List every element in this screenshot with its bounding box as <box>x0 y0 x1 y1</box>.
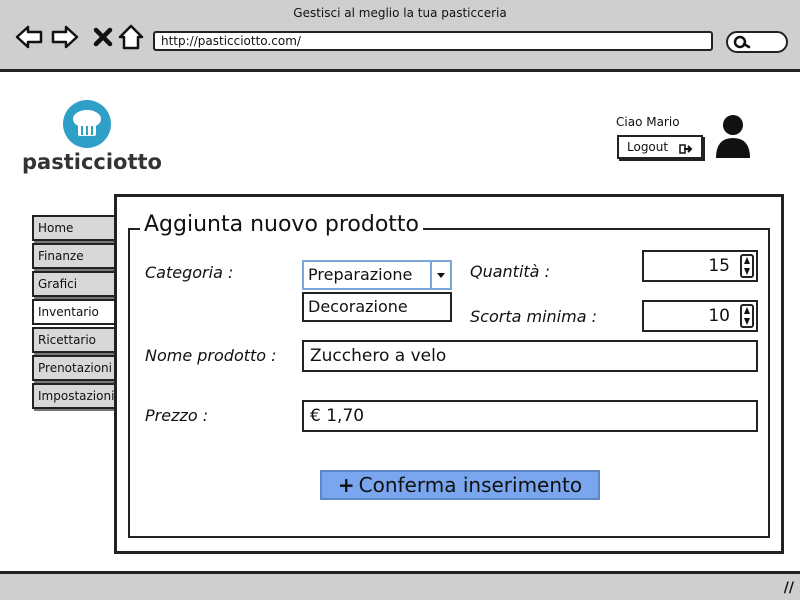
logout-icon <box>679 141 693 161</box>
status-bar: // <box>0 571 800 600</box>
brand-name: pasticciotto <box>22 150 162 174</box>
url-bar[interactable]: http://pasticciotto.com/ <box>153 31 713 51</box>
quantity-label: Quantità : <box>470 262 550 281</box>
stepper-arrows-icon[interactable] <box>740 304 754 328</box>
chevron-down-icon[interactable] <box>430 262 450 288</box>
resize-grip-icon[interactable]: // <box>784 580 794 596</box>
confirm-label: Conferma inserimento <box>358 473 583 497</box>
category-select[interactable]: Preparazione <box>302 260 452 290</box>
logout-label: Logout <box>627 140 669 154</box>
quantity-stepper[interactable]: 15 <box>642 250 758 282</box>
home-icon[interactable] <box>116 22 146 52</box>
arrow-right-icon[interactable] <box>50 22 80 52</box>
sidebar-item-impostazioni[interactable]: Impostazioni <box>32 383 116 409</box>
chef-logo-icon <box>63 100 111 148</box>
min-stock-stepper[interactable]: 10 <box>642 300 758 332</box>
sidebar-item-grafici[interactable]: Grafici <box>32 271 116 297</box>
window-title: Gestisci al meglio la tua pasticceria <box>293 6 507 20</box>
user-icon[interactable] <box>714 114 752 164</box>
logout-button[interactable]: Logout <box>617 135 703 159</box>
min-stock-label: Scorta minima : <box>470 307 597 326</box>
sidebar-item-finanze[interactable]: Finanze <box>32 243 116 269</box>
price-input[interactable]: € 1,70 <box>302 400 758 432</box>
search-field[interactable] <box>726 31 788 53</box>
confirm-insert-button[interactable]: + Conferma inserimento <box>320 470 600 500</box>
user-greeting: Ciao Mario <box>616 115 680 129</box>
sidebar-item-ricettario[interactable]: Ricettario <box>32 327 116 353</box>
sidebar-item-prenotazioni[interactable]: Prenotazioni <box>32 355 116 381</box>
price-label: Prezzo : <box>145 406 209 425</box>
min-stock-value: 10 <box>708 306 730 326</box>
plus-icon: + <box>337 473 355 497</box>
sidebar-item-inventario[interactable]: Inventario <box>32 299 118 325</box>
form-title: Aggiunta nuovo prodotto <box>140 212 424 237</box>
product-name-input[interactable]: Zucchero a velo <box>302 340 758 372</box>
dropdown-option-decorazione[interactable]: Decorazione <box>302 292 452 322</box>
sidebar-item-home[interactable]: Home <box>32 215 116 241</box>
category-value: Preparazione <box>308 265 413 284</box>
category-label: Categoria : <box>145 263 234 282</box>
stepper-arrows-icon[interactable] <box>740 254 754 278</box>
arrow-left-icon[interactable] <box>14 22 44 52</box>
product-name-label: Nome prodotto : <box>145 346 277 365</box>
quantity-value: 15 <box>708 256 730 276</box>
close-icon[interactable] <box>88 22 118 52</box>
